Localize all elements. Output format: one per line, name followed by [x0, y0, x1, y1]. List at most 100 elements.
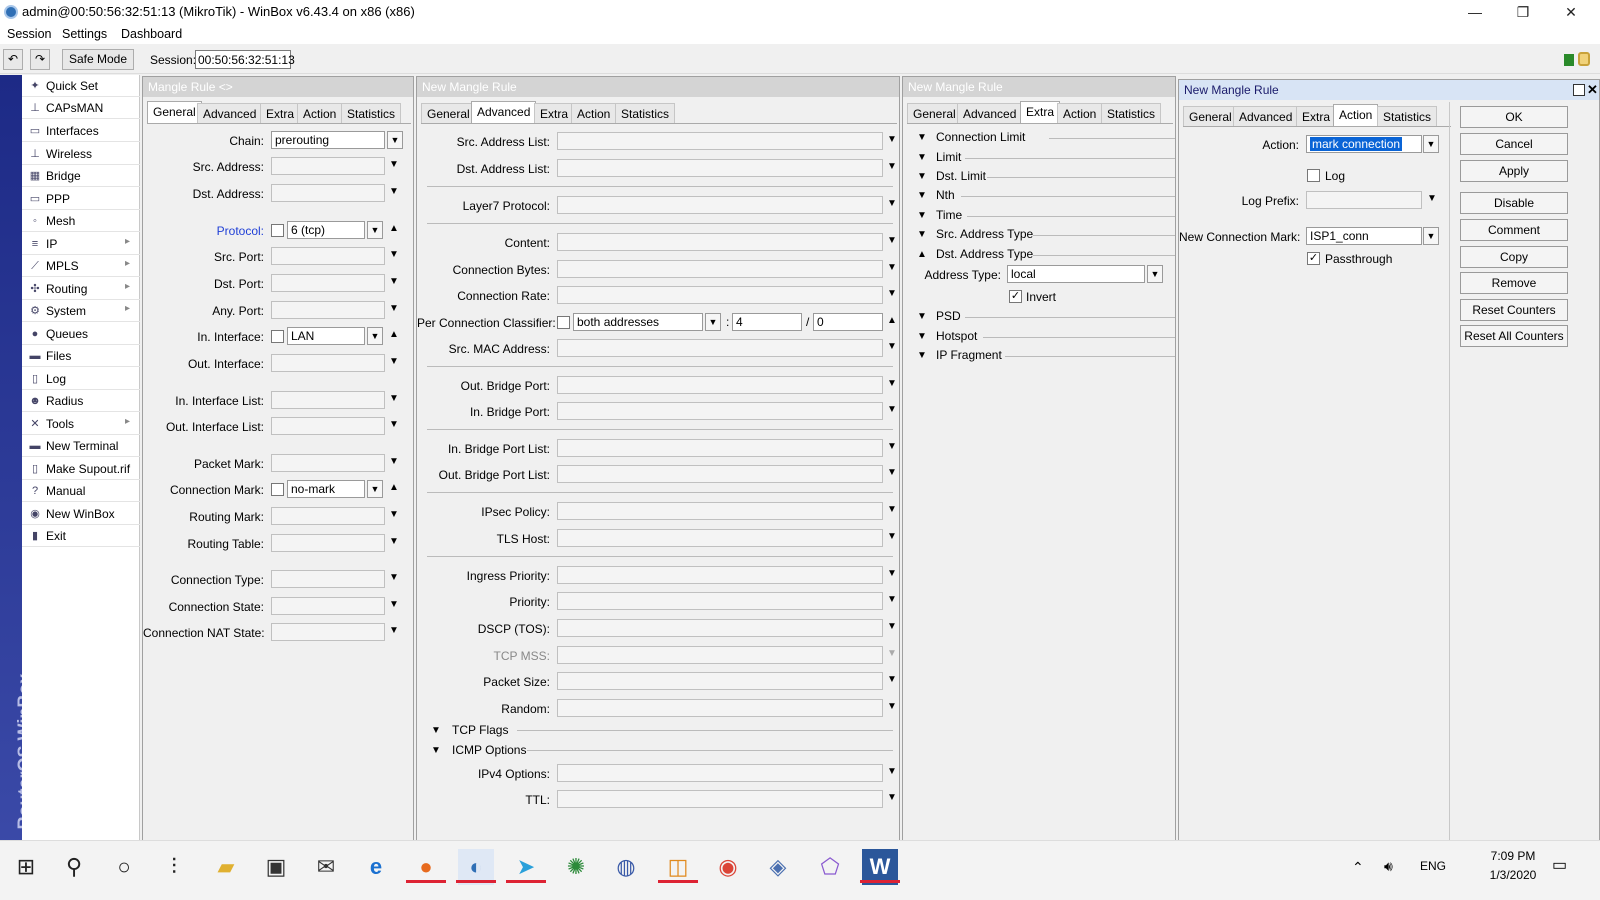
- ipv4-options-field[interactable]: [557, 764, 883, 782]
- tab-general[interactable]: General: [1183, 106, 1238, 126]
- tab-extra[interactable]: Extra: [534, 103, 575, 123]
- expand-arrow-icon[interactable]: ▼: [887, 531, 897, 542]
- log-prefix-field[interactable]: [1306, 191, 1422, 209]
- tab-advanced[interactable]: Advanced: [957, 103, 1023, 123]
- expand-arrow-icon[interactable]: ▼: [1427, 193, 1437, 204]
- in-bridge-port-list-field[interactable]: [557, 439, 883, 457]
- action-dropdown-icon[interactable]: ▼: [1423, 135, 1439, 153]
- tab-general[interactable]: General: [147, 101, 202, 124]
- hotspot-section[interactable]: Hotspot: [936, 329, 977, 343]
- tab-extra[interactable]: Extra: [1020, 101, 1061, 124]
- sidebar-item-log[interactable]: ▯ Log: [22, 368, 140, 390]
- out-interface-list-field[interactable]: [271, 417, 385, 435]
- expand-arrow-icon[interactable]: ▼: [389, 186, 399, 197]
- remove-button[interactable]: Remove: [1460, 272, 1568, 294]
- volume-icon[interactable]: 🔊︎: [1384, 858, 1393, 875]
- tab-statistics[interactable]: Statistics: [1377, 106, 1438, 126]
- window-title[interactable]: New Mangle Rule: [903, 77, 1175, 97]
- app-icon[interactable]: ◈: [760, 849, 796, 885]
- collapse-arrow-icon[interactable]: ▲: [389, 482, 399, 493]
- collapse-arrow-icon[interactable]: ▲: [389, 223, 399, 234]
- window-maximize-icon[interactable]: [1573, 84, 1585, 96]
- clock-date[interactable]: 1/3/2020: [1478, 868, 1548, 882]
- dst-address-type-section[interactable]: Dst. Address Type: [936, 247, 1033, 261]
- language-indicator[interactable]: ENG: [1420, 859, 1446, 873]
- src-address-type-section[interactable]: Src. Address Type: [936, 227, 1033, 241]
- tab-action[interactable]: Action: [1057, 103, 1103, 123]
- ingress-priority-field[interactable]: [557, 566, 883, 584]
- expand-arrow-icon[interactable]: ▼: [887, 792, 897, 803]
- window-title[interactable]: Mangle Rule <>: [143, 77, 413, 97]
- sidebar-item-mpls[interactable]: ⟋ MPLS ▸: [22, 255, 140, 277]
- packet-mark-field[interactable]: [271, 454, 385, 472]
- mail-icon[interactable]: ✉: [308, 849, 344, 885]
- sidebar-item-radius[interactable]: ☻ Radius: [22, 390, 140, 412]
- icmp-options-toggle-icon[interactable]: ▼: [431, 745, 441, 756]
- sidebar-item-new-terminal[interactable]: ▬ New Terminal: [22, 435, 140, 457]
- expand-arrow-icon[interactable]: ▼: [389, 599, 399, 610]
- expand-arrow-icon[interactable]: ▼: [389, 249, 399, 260]
- passthrough-checkbox[interactable]: ✓: [1307, 252, 1320, 265]
- in-bridge-port-field[interactable]: [557, 402, 883, 420]
- dst-limit-toggle-icon[interactable]: ▼: [917, 171, 927, 182]
- sidebar-item-capsman[interactable]: ⊥ CAPsMAN: [22, 97, 140, 119]
- sidebar-item-queues[interactable]: ● Queues: [22, 323, 140, 345]
- ip-fragment-toggle-icon[interactable]: ▼: [917, 350, 927, 361]
- expand-arrow-icon[interactable]: ▼: [389, 303, 399, 314]
- expand-arrow-icon[interactable]: ▼: [887, 235, 897, 246]
- expand-arrow-icon[interactable]: ▼: [887, 134, 897, 145]
- in-interface-field[interactable]: LAN: [287, 327, 365, 345]
- connection-state-field[interactable]: [271, 597, 385, 615]
- ok-button[interactable]: OK: [1460, 106, 1568, 128]
- dst-address-type-toggle-icon[interactable]: ▲: [917, 249, 927, 260]
- connection-bytes-field[interactable]: [557, 260, 883, 278]
- address-type-dropdown-icon[interactable]: ▼: [1147, 265, 1163, 283]
- tab-extra[interactable]: Extra: [260, 103, 301, 123]
- expand-arrow-icon[interactable]: ▼: [389, 419, 399, 430]
- tls-host-field[interactable]: [557, 529, 883, 547]
- pcc-mode-dropdown-icon[interactable]: ▼: [705, 313, 721, 331]
- limit-section[interactable]: Limit: [936, 150, 961, 164]
- pcc-denominator-field[interactable]: 4: [732, 313, 802, 331]
- action-field[interactable]: mark connection: [1306, 135, 1422, 153]
- undo-button[interactable]: ↶: [3, 49, 23, 70]
- expand-arrow-icon[interactable]: ▼: [389, 356, 399, 367]
- new-connection-mark-field[interactable]: ISP1_conn: [1306, 227, 1422, 245]
- clock-time[interactable]: 7:09 PM: [1478, 849, 1548, 863]
- psd-toggle-icon[interactable]: ▼: [917, 311, 927, 322]
- copy-button[interactable]: Copy: [1460, 246, 1568, 268]
- time-section[interactable]: Time: [936, 208, 962, 222]
- connection-limit-section[interactable]: Connection Limit: [936, 130, 1025, 144]
- windows-start-icon[interactable]: ⊞: [8, 849, 44, 885]
- window-title[interactable]: New Mangle Rule: [1179, 80, 1599, 100]
- protocol-invert-checkbox[interactable]: [271, 224, 284, 237]
- limit-toggle-icon[interactable]: ▼: [917, 152, 927, 163]
- session-field[interactable]: 00:50:56:32:51:13: [195, 50, 295, 69]
- sidebar-item-exit[interactable]: ▮ Exit: [22, 525, 140, 547]
- expand-arrow-icon[interactable]: ▼: [887, 766, 897, 777]
- routing-table-field[interactable]: [271, 534, 385, 552]
- tab-advanced[interactable]: Advanced: [471, 101, 537, 124]
- expand-arrow-icon[interactable]: ▼: [389, 159, 399, 170]
- layer7-protocol-field[interactable]: [557, 196, 883, 214]
- expand-arrow-icon[interactable]: ▼: [389, 625, 399, 636]
- expand-arrow-icon[interactable]: ▼: [887, 594, 897, 605]
- tab-advanced[interactable]: Advanced: [197, 103, 263, 123]
- window-close-icon[interactable]: ✕: [1587, 82, 1598, 98]
- menu-settings[interactable]: Settings: [62, 27, 107, 41]
- dst-address-list-field[interactable]: [557, 159, 883, 177]
- sidebar-item-quick-set[interactable]: ✦ Quick Set: [22, 75, 140, 97]
- redo-button[interactable]: ↷: [30, 49, 50, 70]
- dst-limit-section[interactable]: Dst. Limit: [936, 169, 986, 183]
- tab-action[interactable]: Action: [571, 103, 617, 123]
- connection-nat-state-field[interactable]: [271, 623, 385, 641]
- src-address-type-toggle-icon[interactable]: ▼: [917, 229, 927, 240]
- chain-field[interactable]: prerouting: [271, 131, 385, 149]
- sidebar-item-interfaces[interactable]: ▭ Interfaces: [22, 120, 140, 142]
- disable-button[interactable]: Disable: [1460, 192, 1568, 214]
- tab-extra[interactable]: Extra: [1296, 106, 1337, 126]
- pcc-mode-field[interactable]: both addresses: [573, 313, 703, 331]
- cortana-icon[interactable]: ○: [106, 849, 142, 885]
- task-view-icon[interactable]: ⫶: [156, 849, 192, 885]
- expand-arrow-icon[interactable]: ▼: [887, 288, 897, 299]
